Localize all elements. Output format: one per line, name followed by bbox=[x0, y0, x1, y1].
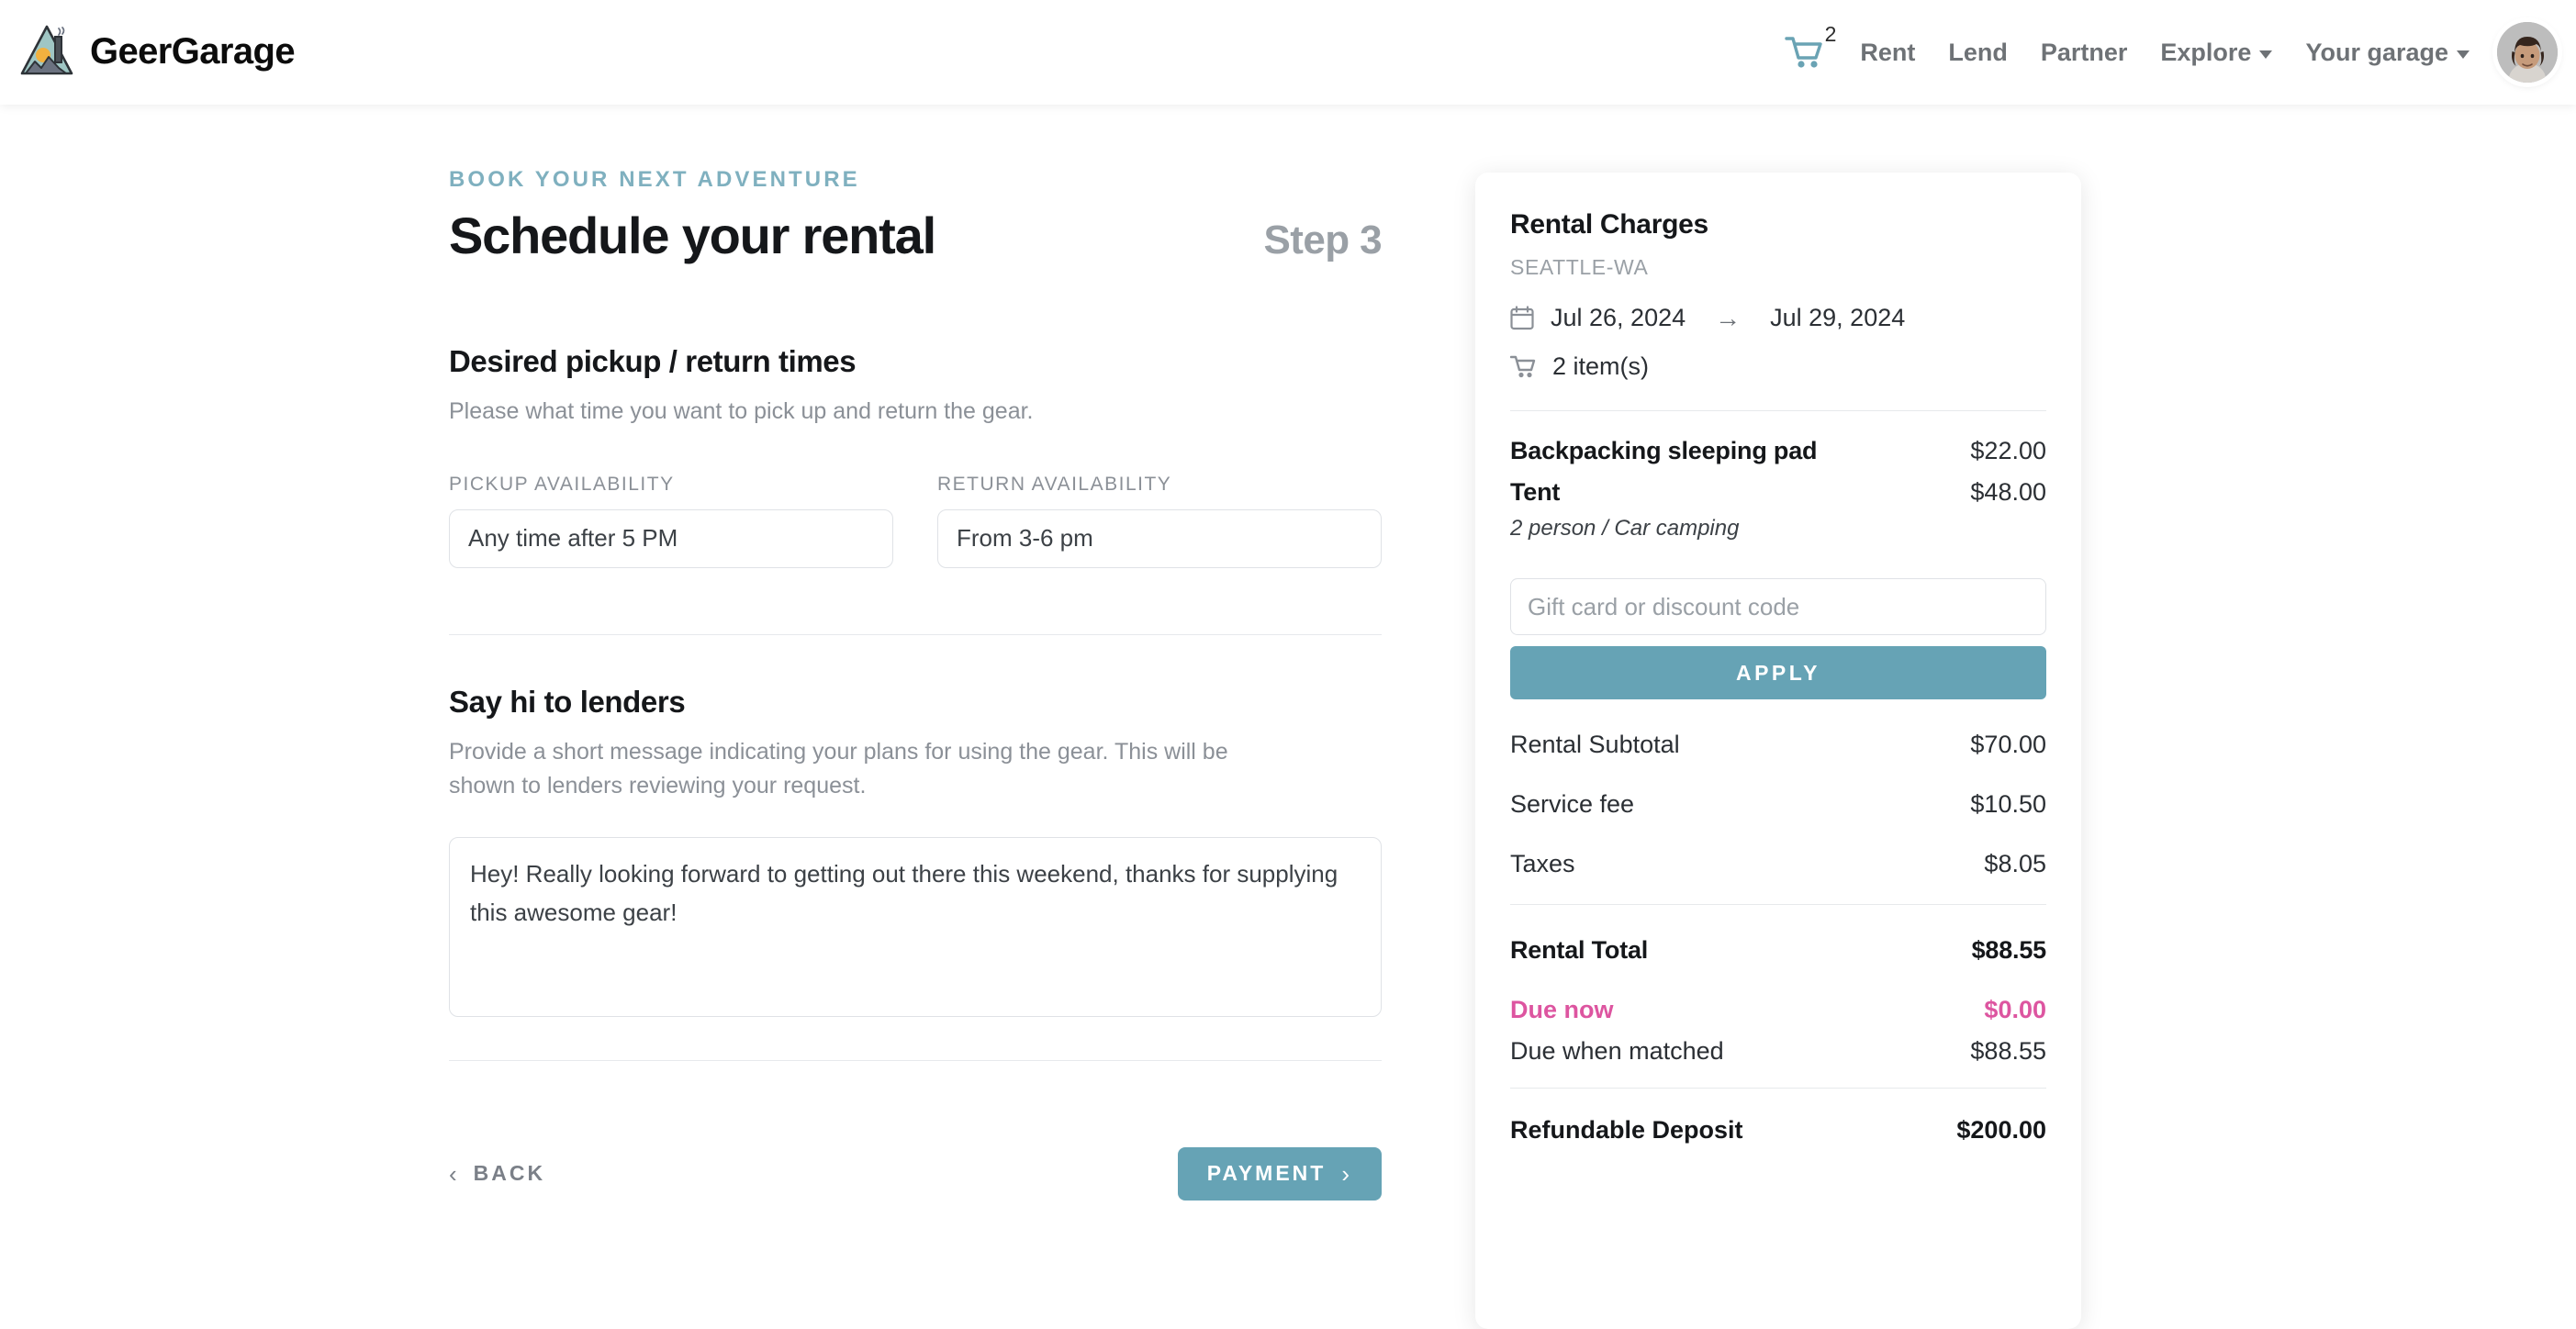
message-section-subtext: Provide a short message indicating your … bbox=[449, 738, 1228, 799]
rental-schedule-form: BOOK YOUR NEXT ADVENTURE Schedule your r… bbox=[449, 167, 1383, 1204]
summary-end-date: Jul 29, 2024 bbox=[1770, 304, 1906, 331]
nav-link-lend[interactable]: Lend bbox=[1948, 39, 2008, 67]
return-availability-label: RETURN AVAILABILITY bbox=[937, 473, 1172, 495]
promo-code-input[interactable] bbox=[1510, 578, 2046, 635]
due-now-value: $0.00 bbox=[1984, 996, 2046, 1023]
due-when-matched-row: Due when matched $88.55 bbox=[1510, 1037, 2046, 1066]
summary-item-count-label: 2 item(s) bbox=[1552, 352, 1650, 380]
summary-location: SEATTLE-WA bbox=[1510, 255, 1649, 279]
chevron-down-icon bbox=[2457, 50, 2470, 59]
times-section-heading: Desired pickup / return times bbox=[449, 344, 857, 378]
nav-link-explore-label: Explore bbox=[2160, 38, 2252, 66]
summary-divider-totals bbox=[1510, 904, 2046, 905]
due-now-label: Due now bbox=[1510, 996, 1614, 1023]
arrow-right-icon: → bbox=[1715, 303, 1742, 332]
shopping-cart-icon bbox=[1785, 37, 1823, 68]
page-title-row: Schedule your rental Step 3 bbox=[449, 206, 1383, 265]
page-body: BOOK YOUR NEXT ADVENTURE Schedule your r… bbox=[0, 105, 2576, 1329]
return-availability-field: RETURN AVAILABILITY bbox=[937, 474, 1382, 568]
nav-link-lend-label: Lend bbox=[1948, 38, 2008, 66]
back-button[interactable]: ‹ BACK bbox=[449, 1161, 545, 1186]
charge-label: Service fee bbox=[1510, 790, 1635, 818]
item-price: $22.00 bbox=[1970, 437, 2046, 464]
actions-divider bbox=[449, 1059, 1382, 1061]
payment-button-label: PAYMENT bbox=[1206, 1161, 1327, 1185]
charge-label: Rental Subtotal bbox=[1510, 731, 1680, 758]
due-when-matched-label: Due when matched bbox=[1510, 1037, 1724, 1065]
item-name: Tent bbox=[1510, 478, 1561, 506]
message-section-heading: Say hi to lenders bbox=[449, 684, 686, 719]
summary-start-date: Jul 26, 2024 bbox=[1551, 304, 1686, 331]
nav-link-partner[interactable]: Partner bbox=[2041, 39, 2128, 67]
brand-logo-link[interactable]: GeerGarage bbox=[18, 22, 296, 81]
brand-name: GeerGarage bbox=[90, 30, 296, 72]
summary-divider-top bbox=[1510, 410, 2046, 411]
lender-message-textarea[interactable]: Hey! Really looking forward to getting o… bbox=[449, 836, 1382, 1017]
page-eyebrow: BOOK YOUR NEXT ADVENTURE bbox=[449, 167, 860, 192]
summary-item-count: 2 item(s) bbox=[1510, 352, 2046, 381]
calendar-icon bbox=[1510, 306, 1534, 330]
charge-value: $8.05 bbox=[1984, 850, 2046, 877]
site-header: GeerGarage 2 Rent Lend Partner Explore Y… bbox=[0, 0, 2576, 105]
step-indicator: Step 3 bbox=[1263, 218, 1383, 262]
item-name: Backpacking sleeping pad bbox=[1510, 437, 1818, 464]
nav-link-rent[interactable]: Rent bbox=[1860, 39, 1915, 67]
payment-button[interactable]: PAYMENT › bbox=[1177, 1146, 1382, 1201]
page-title: Schedule your rental bbox=[449, 207, 936, 264]
nav-link-your-garage[interactable]: Your garage bbox=[2305, 39, 2470, 67]
cart-button[interactable]: 2 bbox=[1785, 22, 1836, 70]
nav-link-partner-label: Partner bbox=[2040, 38, 2128, 66]
shopping-cart-icon bbox=[1510, 355, 1536, 377]
times-section-subtext: Please what time you want to pick up and… bbox=[449, 398, 1034, 424]
availability-fields: PICKUP AVAILABILITY RETURN AVAILABILITY bbox=[449, 474, 1382, 568]
charge-row-taxes: Taxes $8.05 bbox=[1510, 850, 2046, 878]
mountain-tent-logo-icon bbox=[20, 25, 73, 75]
back-button-label: BACK bbox=[473, 1161, 546, 1185]
pickup-availability-label: PICKUP AVAILABILITY bbox=[449, 473, 675, 495]
pickup-availability-field: PICKUP AVAILABILITY bbox=[449, 474, 893, 568]
item-subtitle: 2 person / Car camping bbox=[1510, 516, 1740, 541]
summary-title: Rental Charges bbox=[1510, 209, 1708, 240]
form-actions: ‹ BACK PAYMENT › bbox=[449, 1144, 1382, 1204]
rental-charges-card: Rental Charges SEATTLE-WA Jul 26, 2024 →… bbox=[1475, 173, 2081, 1329]
summary-divider-deposit bbox=[1510, 1088, 2046, 1089]
nav-link-your-garage-label: Your garage bbox=[2305, 38, 2448, 66]
summary-date-range: Jul 26, 2024 → Jul 29, 2024 bbox=[1510, 304, 2046, 332]
refundable-deposit-row: Refundable Deposit $200.00 bbox=[1510, 1116, 2046, 1145]
refundable-deposit-label: Refundable Deposit bbox=[1510, 1116, 1743, 1144]
section-divider bbox=[449, 633, 1382, 635]
charge-value: $70.00 bbox=[1970, 731, 2046, 758]
charge-value: $10.50 bbox=[1970, 790, 2046, 818]
due-when-matched-value: $88.55 bbox=[1970, 1037, 2046, 1065]
due-now-row: Due now $0.00 bbox=[1510, 996, 2046, 1024]
return-availability-input[interactable] bbox=[937, 508, 1382, 568]
apply-promo-button[interactable]: APPLY bbox=[1510, 646, 2046, 699]
rental-total-value: $88.55 bbox=[1971, 936, 2047, 964]
charge-row-subtotal: Rental Subtotal $70.00 bbox=[1510, 731, 2046, 759]
nav-link-explore[interactable]: Explore bbox=[2160, 38, 2273, 67]
refundable-deposit-value: $200.00 bbox=[1956, 1116, 2046, 1144]
table-row: Backpacking sleeping pad $22.00 bbox=[1510, 437, 2046, 465]
table-row: Tent $48.00 bbox=[1510, 478, 2046, 507]
pickup-availability-input[interactable] bbox=[449, 508, 893, 568]
chevron-left-icon: ‹ bbox=[449, 1159, 460, 1188]
rental-total-row: Rental Total $88.55 bbox=[1510, 936, 2046, 965]
charge-label: Taxes bbox=[1510, 850, 1575, 877]
chevron-down-icon bbox=[2259, 50, 2273, 59]
chevron-right-icon: › bbox=[1341, 1159, 1352, 1188]
charge-row-service-fee: Service fee $10.50 bbox=[1510, 790, 2046, 819]
cart-count-badge: 2 bbox=[1824, 22, 1837, 46]
user-avatar-icon bbox=[2497, 22, 2558, 83]
nav-link-rent-label: Rent bbox=[1860, 38, 1916, 66]
avatar[interactable] bbox=[2497, 22, 2558, 83]
main-navigation: 2 Rent Lend Partner Explore Your garage bbox=[1785, 0, 2558, 105]
rental-total-label: Rental Total bbox=[1510, 936, 1649, 964]
item-price: $48.00 bbox=[1970, 478, 2046, 506]
